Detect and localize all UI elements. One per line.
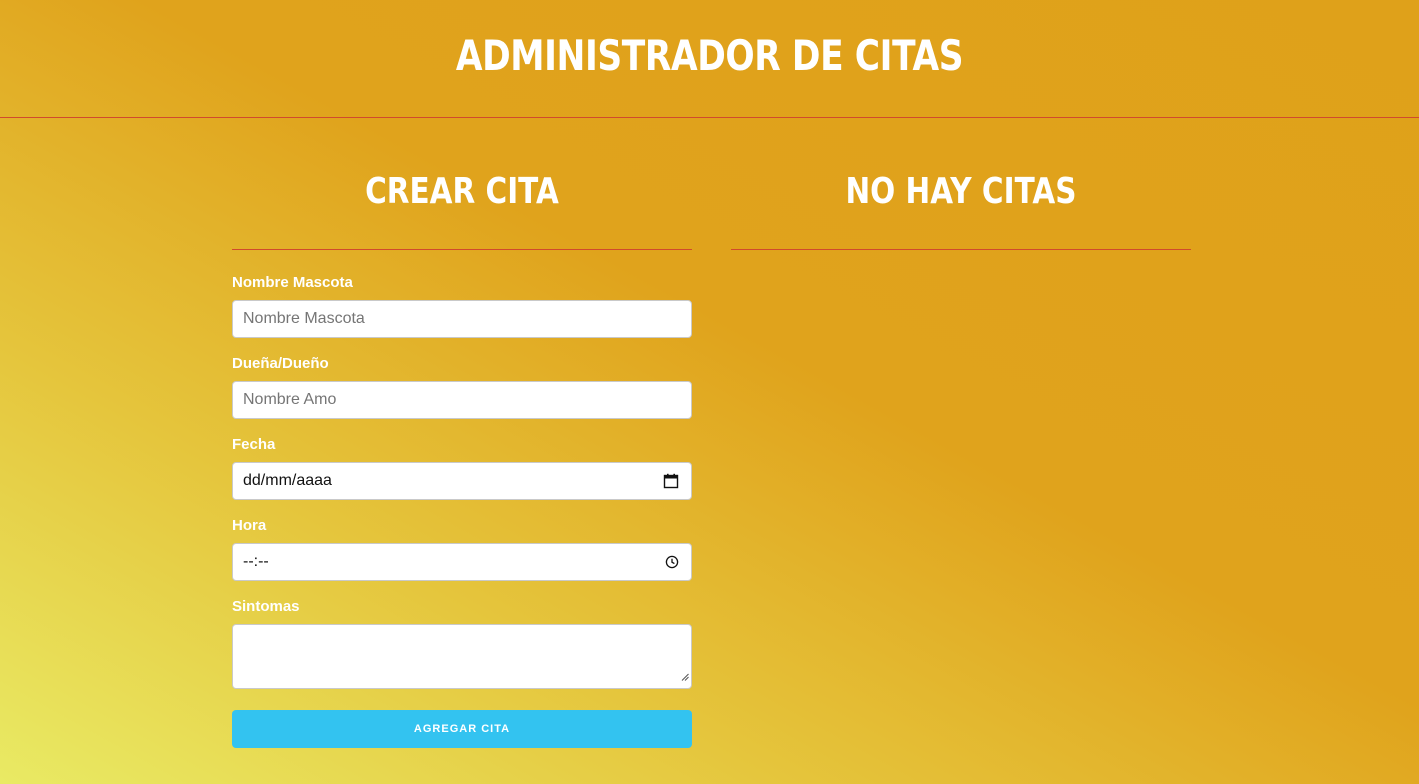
pet-name-field-group: Nombre Mascota Nombre Mascota (232, 274, 692, 338)
symptoms-textarea[interactable] (232, 624, 692, 689)
owner-field-group: Dueña/Dueño Nombre Amo (232, 355, 692, 419)
section-divider (232, 249, 692, 250)
create-appointment-heading: CREAR CITA (365, 171, 559, 212)
appointments-list-heading: NO HAY CITAS (845, 171, 1077, 212)
date-label: Fecha (232, 436, 276, 453)
owner-placeholder: Nombre Amo (243, 391, 337, 408)
owner-input[interactable]: Nombre Amo (232, 381, 692, 419)
pet-name-placeholder: Nombre Mascota (243, 310, 365, 327)
owner-label: Dueña/Dueño (232, 355, 329, 372)
time-input-value: --:-- (243, 553, 269, 570)
app-title: ADMINISTRADOR DE CITAS (455, 31, 964, 80)
appointments-list-section: NO HAY CITAS (731, 160, 1191, 250)
date-input[interactable]: dd/mm/aaaa (232, 462, 692, 500)
add-appointment-button[interactable]: AGREGAR CITA (232, 710, 692, 748)
symptoms-label: Sintomas (232, 598, 300, 615)
time-label: Hora (232, 517, 267, 534)
resize-handle-icon[interactable] (681, 668, 689, 686)
clock-icon[interactable] (665, 555, 679, 569)
pet-name-input[interactable]: Nombre Mascota (232, 300, 692, 338)
page-header: ADMINISTRADOR DE CITAS (0, 0, 1419, 118)
date-field-group: Fecha dd/mm/aaaa (232, 436, 692, 500)
date-input-value: dd/mm/aaaa (243, 472, 332, 489)
calendar-icon[interactable] (663, 473, 679, 489)
symptoms-field-group: Sintomas (232, 598, 692, 689)
section-divider (731, 249, 1191, 250)
create-appointment-section: CREAR CITA (232, 160, 692, 250)
appointment-form: Nombre Mascota Nombre Mascota Dueña/Dueñ… (232, 274, 692, 748)
pet-name-label: Nombre Mascota (232, 274, 353, 291)
time-input[interactable]: --:-- (232, 543, 692, 581)
time-field-group: Hora --:-- (232, 517, 692, 581)
